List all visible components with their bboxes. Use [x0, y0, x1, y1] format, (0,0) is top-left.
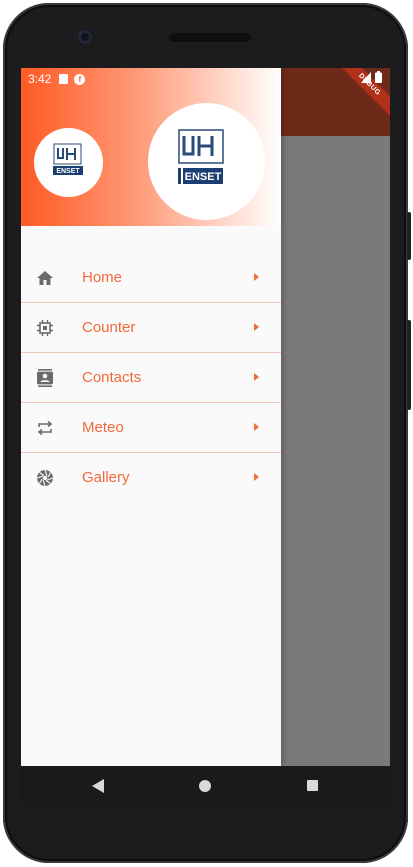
enset-logo: ENSET: [178, 129, 224, 184]
home-icon: [37, 271, 53, 285]
front-camera: [78, 30, 92, 44]
contacts-icon: [37, 369, 53, 387]
status-bar: 3:42 f: [21, 68, 390, 90]
repeat-icon: [37, 420, 53, 436]
enset-logo: ENSET: [53, 143, 83, 175]
logo-avatar-large[interactable]: ENSET: [148, 103, 265, 220]
menu-item-label: Contacts: [82, 369, 142, 386]
menu-item-label: Meteo: [82, 419, 124, 436]
recent-apps-icon[interactable]: [307, 780, 318, 791]
status-time: 3:42: [28, 72, 52, 86]
back-icon[interactable]: [92, 779, 104, 793]
menu-item-label: Home: [82, 269, 123, 286]
drawer-menu: Home Counter Contacts Meteo Gallery: [21, 253, 281, 502]
sd-card-icon: [59, 74, 69, 84]
menu-item-label: Gallery: [82, 469, 130, 486]
menu-item-contacts[interactable]: Contacts: [21, 353, 281, 403]
drawer-header: ENSET ENSET: [21, 68, 281, 226]
menu-item-meteo[interactable]: Meteo: [21, 403, 281, 453]
screen: DEBUG ENSET ENSET 3:42 f Home Counter Co…: [21, 68, 390, 766]
home-button-icon[interactable]: [199, 780, 211, 792]
arrow-right-icon: [254, 423, 259, 431]
navigation-drawer: ENSET ENSET 3:42 f Home Counter Contacts…: [21, 68, 281, 766]
arrow-right-icon: [254, 473, 259, 481]
chip-icon: [37, 320, 53, 336]
menu-item-gallery[interactable]: Gallery: [21, 453, 281, 502]
logo-big-text: ENSET: [185, 171, 222, 183]
arrow-right-icon: [254, 373, 259, 381]
notification-app-icon: f: [74, 73, 86, 85]
logo-avatar-small[interactable]: ENSET: [34, 128, 103, 197]
earpiece-speaker: [169, 33, 251, 42]
menu-item-counter[interactable]: Counter: [21, 303, 281, 353]
arrow-right-icon: [254, 273, 259, 281]
system-navigation-bar: [21, 766, 390, 806]
menu-item-home[interactable]: Home: [21, 253, 281, 303]
logo-small-text: ENSET: [56, 168, 80, 175]
menu-item-label: Counter: [82, 319, 136, 336]
arrow-right-icon: [254, 323, 259, 331]
camera-shutter-icon: [36, 469, 54, 487]
volume-button: [407, 320, 411, 410]
drawer-scrim[interactable]: [281, 136, 390, 766]
power-button: [407, 212, 411, 260]
